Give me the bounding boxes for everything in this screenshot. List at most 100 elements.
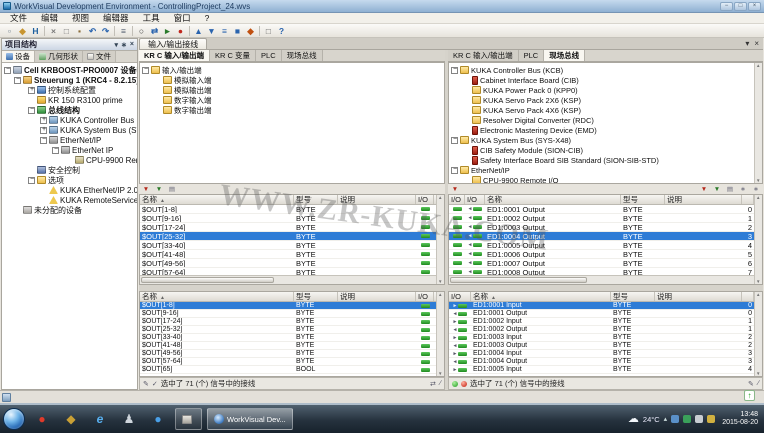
print-icon[interactable]: ≡ xyxy=(117,25,130,37)
table-row[interactable]: $OUT[17-24]BYTE xyxy=(140,318,444,326)
menu-editors[interactable]: 编辑器 xyxy=(96,13,136,24)
grid-icon[interactable]: ■ xyxy=(231,25,244,37)
table-row[interactable]: $OUT[1-8]BYTE xyxy=(140,205,444,214)
pencil-icon[interactable]: ✎ xyxy=(748,380,754,388)
expander-icon[interactable] xyxy=(28,107,35,114)
table-row[interactable]: ED1:0003 OutputBYTE2 xyxy=(449,342,762,350)
taskbar-window-button[interactable] xyxy=(175,408,202,430)
tree-item-digital-outputs[interactable]: 数字输出端 xyxy=(140,105,444,115)
table-row[interactable]: $OUT[17-24]BYTE xyxy=(140,223,444,232)
run-icon[interactable]: ► xyxy=(161,25,174,37)
expander-icon[interactable] xyxy=(451,167,458,174)
menu-view[interactable]: 视图 xyxy=(65,13,96,24)
tree-item-sion-sib[interactable]: Safety Interface Board SIB Standard (SIO… xyxy=(449,155,762,165)
start-button[interactable] xyxy=(3,408,25,430)
vertical-scrollbar[interactable] xyxy=(436,292,444,376)
tree-item-digital-inputs[interactable]: 数字输入端 xyxy=(140,95,444,105)
expander-icon[interactable] xyxy=(40,127,47,134)
tree-item-option-ethernetip[interactable]: KUKA EtherNet/IP 2.0 (M2.6.1) xyxy=(2,185,137,195)
expander-icon[interactable] xyxy=(451,137,458,144)
table-row[interactable]: $OUT[65]BOOL xyxy=(140,366,444,374)
kuka-tool-icon[interactable]: ◆ xyxy=(244,25,257,37)
close-icon[interactable]: × xyxy=(754,39,759,48)
tree-item-cib[interactable]: Cabinet Interface Board (CIB) xyxy=(449,75,762,85)
expander-icon[interactable] xyxy=(14,77,21,84)
tab-krc-variables[interactable]: KR C 变量 xyxy=(210,50,256,61)
vertical-scrollbar[interactable] xyxy=(754,292,762,376)
minimize-button[interactable]: − xyxy=(720,2,733,11)
horizontal-scrollbar[interactable] xyxy=(449,275,754,284)
tree-item-steuerung[interactable]: Steuerung 1 (KRC4 - 8.2.15) xyxy=(2,75,137,85)
message-window-icon[interactable] xyxy=(2,393,11,402)
tree-item-kcb-bus[interactable]: KUKA Controller Bus (KCB) xyxy=(449,65,762,75)
page-icon[interactable]: ▤ xyxy=(167,185,177,194)
column-address[interactable] xyxy=(742,292,754,301)
tab-geometry[interactable]: 几何形状 xyxy=(35,51,83,62)
table-row-selected[interactable]: ED1:0001 InputBYTE0 xyxy=(449,302,762,310)
column-io[interactable]: I/O xyxy=(449,195,465,204)
filter-funnel-icon[interactable]: ▼ xyxy=(699,185,709,194)
list-icon[interactable]: ≡ xyxy=(218,25,231,37)
table-row-selected[interactable]: ED1:0004 OutputBYTE3 xyxy=(449,232,762,241)
table-row[interactable]: ED1:0005 OutputBYTE4 xyxy=(449,241,762,250)
table-row[interactable]: $OUT[57-64]BYTE xyxy=(140,358,444,366)
table-row[interactable]: ED1:0007 OutputBYTE6 xyxy=(449,259,762,268)
device-icon[interactable]: ▼ xyxy=(450,185,460,194)
table-row[interactable]: $OUT[33-40]BYTE xyxy=(140,241,444,250)
upload-icon[interactable]: ▲ xyxy=(192,25,205,37)
table-row-selected[interactable]: $OUT[1-8]BYTE xyxy=(140,302,444,310)
table-row[interactable]: ED1:0003 InputBYTE2 xyxy=(449,334,762,342)
column-desc[interactable]: 说明 xyxy=(665,195,742,204)
expander-icon[interactable] xyxy=(4,67,11,74)
tab-files[interactable]: 文件 xyxy=(83,51,116,62)
vertical-scrollbar[interactable] xyxy=(436,195,444,284)
table-row[interactable]: ED1:0005 InputBYTE4 xyxy=(449,366,762,374)
copy-icon[interactable]: □ xyxy=(60,25,73,37)
menu-help[interactable]: ? xyxy=(198,13,217,24)
tray-expand-icon[interactable]: ▴ xyxy=(664,415,668,423)
tree-item-ksb[interactable]: KUKA System Bus (SYS-X48) xyxy=(2,125,137,135)
column-name[interactable]: 名称 xyxy=(485,195,621,204)
tree-item-emd[interactable]: Electronic Mastering Device (EMD) xyxy=(449,125,762,135)
column-desc[interactable]: 说明 xyxy=(338,292,416,301)
taskbar-window-button-workvisual[interactable]: WorkVisual Dev... xyxy=(207,408,293,430)
table-row[interactable]: ED1:0001 OutputBYTE0 xyxy=(449,205,762,214)
maximize-button[interactable]: □ xyxy=(734,2,747,11)
pin-icon[interactable]: ∗ xyxy=(121,41,127,49)
column-io[interactable]: I/O xyxy=(449,292,471,301)
filter-funnel-green-icon[interactable]: ▼ xyxy=(154,185,164,194)
tree-item-rdc[interactable]: Resolver Digital Converter (RDC) xyxy=(449,115,762,125)
close-button[interactable]: × xyxy=(748,2,761,11)
search-icon[interactable]: ○ xyxy=(135,25,148,37)
slash-icon[interactable]: ∕ xyxy=(440,380,441,388)
expander-icon[interactable] xyxy=(142,67,149,74)
filter-funnel-green-icon[interactable]: ▼ xyxy=(712,185,722,194)
table-row[interactable]: $OUT[9-16]BYTE xyxy=(140,214,444,223)
tab-krc-io-right[interactable]: KR C 输入/输出端 xyxy=(448,50,519,61)
chevron-down-icon[interactable]: ▾ xyxy=(745,39,749,48)
update-arrow-icon[interactable]: ↑ xyxy=(744,390,755,401)
column-io[interactable]: I/O xyxy=(416,292,434,301)
tree-item-io-root[interactable]: 输入/输出端 xyxy=(140,65,444,75)
tab-devices[interactable]: 设备 xyxy=(2,51,35,62)
menu-tools[interactable]: 工具 xyxy=(136,13,167,24)
user-app-icon[interactable]: ♟ xyxy=(117,408,141,430)
window-icon[interactable]: □ xyxy=(262,25,275,37)
close-icon[interactable]: × xyxy=(130,41,134,49)
pin-icon[interactable]: ∗ xyxy=(738,185,748,194)
tree-item-sion-cib[interactable]: CIB Safety Module (SION-CIB) xyxy=(449,145,762,155)
column-type[interactable]: 型号 xyxy=(294,292,338,301)
column-desc[interactable]: 说明 xyxy=(655,292,742,301)
tree-item-ethernet-ip-node[interactable]: EtherNet IP xyxy=(2,145,137,155)
column-name[interactable]: 名称 xyxy=(471,292,611,301)
tree-item-bus-structure[interactable]: 总线结构 xyxy=(2,105,137,115)
tray-icon-volume[interactable] xyxy=(695,415,703,423)
tree-item-ksp2[interactable]: KUKA Servo Pack 2X6 (KSP) xyxy=(449,95,762,105)
tree-item-ksp4[interactable]: KUKA Servo Pack 4X6 (KSP) xyxy=(449,105,762,115)
tree-item-kpp[interactable]: KUKA Power Pack 0 (KPP0) xyxy=(449,85,762,95)
menu-window[interactable]: 窗口 xyxy=(167,13,198,24)
check-icon[interactable]: ✓ xyxy=(152,380,158,388)
help-icon[interactable]: ? xyxy=(275,25,288,37)
redo-icon[interactable]: ↷ xyxy=(99,25,112,37)
tree-item-robot[interactable]: KR 150 R3100 prime xyxy=(2,95,137,105)
